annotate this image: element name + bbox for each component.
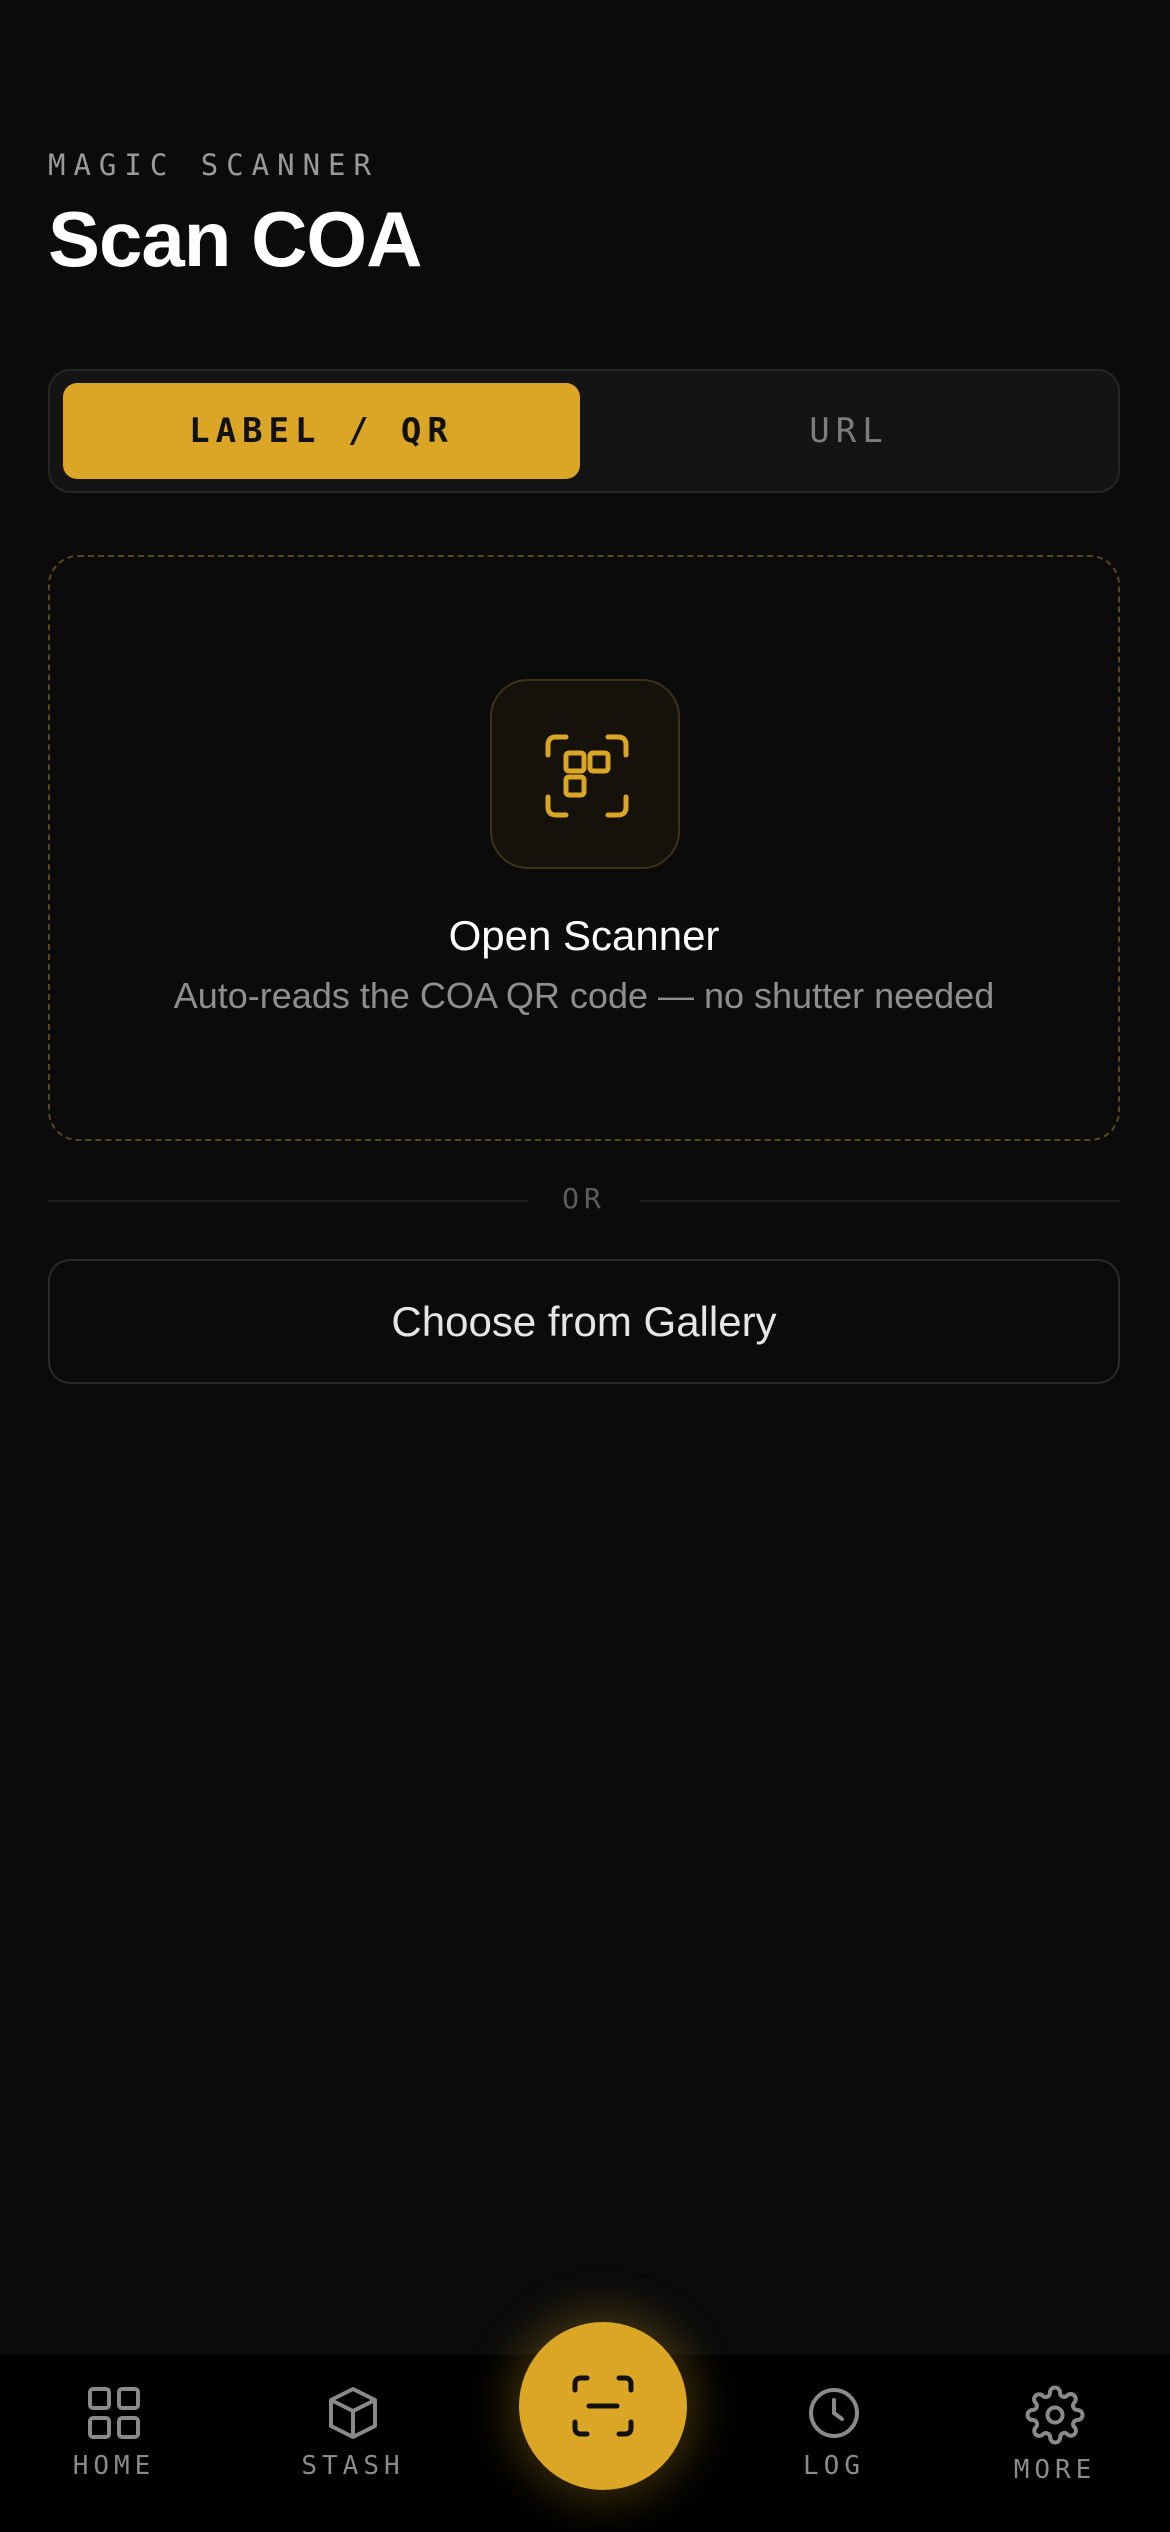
nav-item-more[interactable]: MORE — [975, 2385, 1135, 2505]
eyebrow-label: MAGIC SCANNER — [48, 148, 379, 182]
tab-label-qr[interactable]: LABEL / QR — [63, 383, 580, 479]
or-label: OR — [562, 1182, 606, 1215]
divider-line-right — [640, 1200, 1120, 1202]
mode-toggle: LABEL / QR URL — [48, 369, 1120, 493]
choose-from-gallery-button[interactable]: Choose from Gallery — [48, 1259, 1120, 1384]
grid-icon — [88, 2387, 140, 2439]
nav-label-home: HOME — [72, 2451, 156, 2481]
or-divider: OR — [48, 1180, 1120, 1220]
scanner-icon-tile[interactable] — [490, 679, 680, 869]
gear-icon — [1025, 2385, 1085, 2445]
nav-item-stash[interactable]: STASH — [273, 2385, 433, 2505]
open-scanner-card[interactable]: Open Scanner Auto-reads the COA QR code … — [48, 555, 1120, 1141]
nav-label-more: MORE — [1013, 2455, 1097, 2485]
nav-label-stash: STASH — [301, 2451, 405, 2481]
open-scanner-subtitle: Auto-reads the COA QR code — no shutter … — [173, 975, 995, 1016]
tab-url[interactable]: URL — [592, 383, 1106, 479]
scan-icon — [572, 2375, 634, 2437]
qr-scan-icon — [545, 734, 629, 818]
nav-item-log[interactable]: LOG — [754, 2385, 914, 2505]
nav-item-home[interactable]: HOME — [34, 2385, 194, 2505]
clock-icon — [809, 2388, 859, 2438]
nav-label-log: LOG — [803, 2451, 865, 2481]
box-icon — [329, 2387, 377, 2439]
scan-fab-button[interactable] — [519, 2322, 687, 2490]
page-title: Scan COA — [48, 195, 422, 283]
open-scanner-title: Open Scanner — [448, 912, 720, 959]
